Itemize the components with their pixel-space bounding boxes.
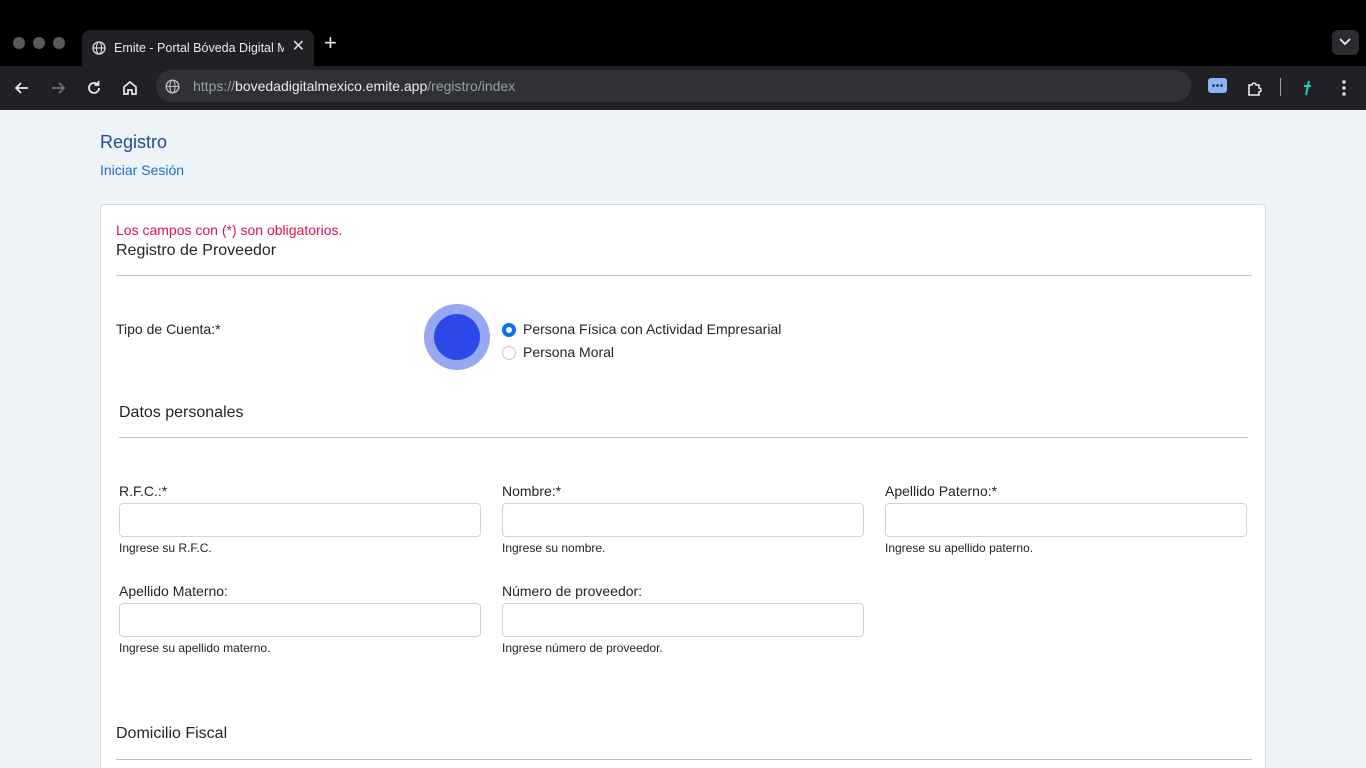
home-icon[interactable] [118, 76, 142, 100]
required-fields-note: Los campos con (*) son obligatorios. [116, 222, 343, 238]
radio-label-persona-fisica[interactable]: Persona Física con Actividad Empresarial [523, 321, 781, 337]
forward-icon[interactable] [46, 76, 70, 100]
reload-icon[interactable] [82, 76, 106, 100]
window-maximize-button[interactable] [53, 37, 65, 49]
nombre-input[interactable] [502, 503, 864, 537]
apellido-paterno-help: Ingrese su apellido paterno. [885, 541, 1034, 555]
tab-title: Emite - Portal Bóveda Digital México [114, 41, 284, 55]
url-path: /registro/index [427, 78, 516, 94]
kebab-menu-icon[interactable] [1332, 76, 1356, 100]
page-title: Registro [100, 132, 168, 152]
url-host: bovedadigitalmexico.emite.app [235, 78, 428, 94]
numero-proveedor-input[interactable] [502, 603, 864, 637]
browser-tab[interactable]: Emite - Portal Bóveda Digital México ✕ [82, 30, 314, 66]
back-icon[interactable] [10, 76, 34, 100]
apellido-paterno-input[interactable] [885, 503, 1247, 537]
nombre-label: Nombre:* [502, 483, 562, 499]
new-tab-button[interactable]: + [324, 30, 337, 56]
browser-tab-bar: Emite - Portal Bóveda Digital México ✕ + [0, 0, 1366, 66]
apellido-paterno-label: Apellido Paterno:* [885, 483, 998, 499]
divider [119, 437, 1248, 438]
divider [116, 275, 1252, 276]
apellido-materno-help: Ingrese su apellido materno. [119, 641, 271, 655]
registration-card: Los campos con (*) son obligatorios. Reg… [100, 204, 1266, 768]
apellido-materno-label: Apellido Materno: [119, 583, 228, 599]
fiscal-address-heading: Domicilio Fiscal [116, 725, 228, 742]
chevron-down-icon [1339, 38, 1351, 46]
nombre-help: Ingrese su nombre. [502, 541, 606, 555]
numero-proveedor-help: Ingrese número de proveedor. [502, 641, 663, 655]
tab-search-button[interactable] [1332, 30, 1359, 55]
extension-icon[interactable] [1208, 78, 1227, 93]
window-close-button[interactable] [13, 37, 25, 49]
page-content: Registro Iniciar Sesión Los campos con (… [0, 110, 1366, 768]
radio-persona-moral[interactable] [502, 346, 516, 360]
profile-icon[interactable] [1296, 76, 1320, 100]
form-title: Registro de Proveedor [116, 242, 277, 259]
click-indicator-dot [434, 314, 480, 360]
globe-icon [92, 41, 106, 55]
rfc-input[interactable] [119, 503, 481, 537]
apellido-materno-input[interactable] [119, 603, 481, 637]
url-scheme: https:// [193, 78, 236, 94]
account-type-label: Tipo de Cuenta:* [116, 321, 221, 337]
personal-data-heading: Datos personales [119, 404, 244, 421]
rfc-help: Ingrese su R.F.C. [119, 541, 212, 555]
site-info-icon[interactable] [165, 79, 180, 99]
divider [116, 759, 1252, 760]
browser-toolbar: https://bovedadigitalmexico.emite.app/re… [0, 66, 1366, 110]
radio-label-persona-moral[interactable]: Persona Moral [523, 344, 614, 360]
rfc-label: R.F.C.:* [119, 483, 168, 499]
puzzle-icon[interactable] [1243, 76, 1267, 100]
login-link[interactable]: Iniciar Sesión [100, 162, 184, 178]
address-bar[interactable]: https://bovedadigitalmexico.emite.app/re… [156, 70, 1191, 102]
radio-persona-fisica[interactable] [502, 323, 516, 337]
numero-proveedor-label: Número de proveedor: [502, 583, 643, 599]
toolbar-divider [1280, 78, 1281, 96]
tab-close-icon[interactable]: ✕ [292, 37, 305, 57]
window-minimize-button[interactable] [33, 37, 45, 49]
url-text: https://bovedadigitalmexico.emite.app/re… [193, 78, 515, 94]
